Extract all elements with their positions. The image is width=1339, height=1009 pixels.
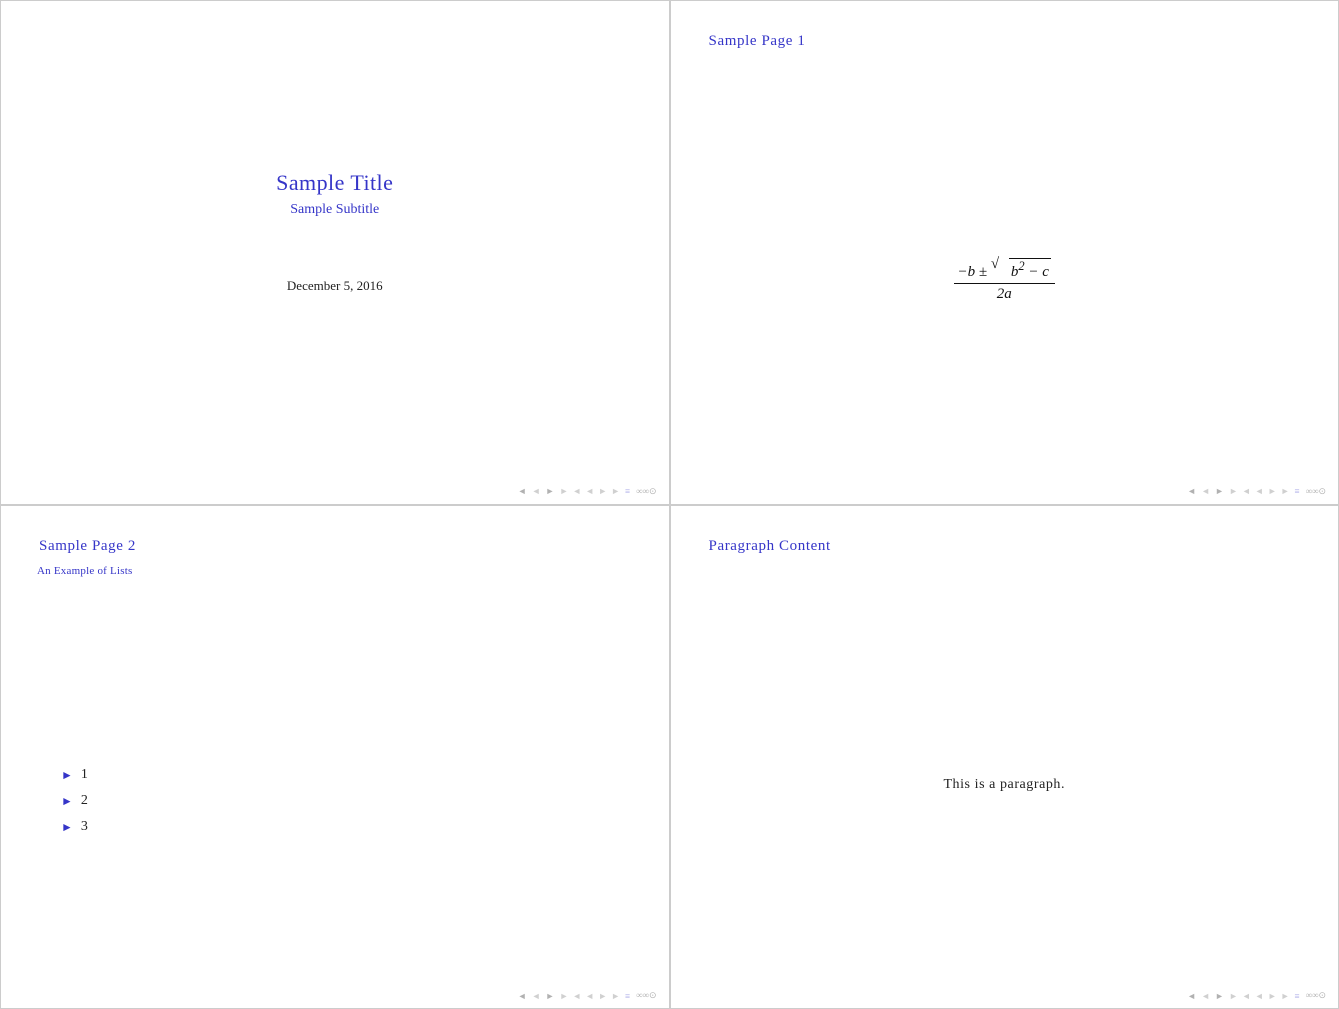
math-content: −b ± b2 − c 2a: [671, 58, 1339, 504]
bullet-arrow-1: ►: [61, 769, 73, 781]
nav-prev-4[interactable]: ◄: [1185, 990, 1198, 1002]
list-item: ► 3: [61, 819, 609, 835]
slide-page2: Sample Page 2 An Example of Lists ► 1 ► …: [0, 505, 670, 1009]
nav-bar-4: ◄ ◄ ► ► ◄ ◄ ► ► ≡ ∞∞⊙: [1185, 989, 1328, 1002]
list-item: ► 1: [61, 767, 609, 783]
subtitle: Sample Subtitle: [276, 202, 393, 218]
nav-zoom-2[interactable]: ∞∞⊙: [1304, 485, 1328, 498]
nav-menu-1[interactable]: ≡: [623, 485, 632, 497]
nav-menu-4[interactable]: ≡: [1293, 990, 1302, 1002]
nav-zoom-4[interactable]: ∞∞⊙: [1304, 989, 1328, 1002]
slide2-header: Sample Page 1: [671, 1, 1339, 58]
nav-zoom-1[interactable]: ∞∞⊙: [634, 485, 658, 498]
paragraph-text: This is a paragraph.: [943, 777, 1065, 793]
denominator: 2a: [993, 284, 1016, 303]
sqrt-symbol: b2 − c: [991, 258, 1051, 281]
nav-bar-1: ◄ ◄ ► ► ◄ ◄ ► ► ≡ ∞∞⊙: [516, 485, 659, 498]
slide4-header: Paragraph Content: [671, 506, 1339, 563]
slide2-title: Sample Page 1: [689, 15, 1321, 58]
list-item-label-3: 3: [81, 819, 88, 835]
nav-prev-2[interactable]: ◄: [1185, 485, 1198, 497]
nav-next-1a[interactable]: ►: [544, 485, 557, 497]
bullet-arrow-3: ►: [61, 821, 73, 833]
slide3-title: Sample Page 2: [19, 520, 651, 563]
slide3-header: Sample Page 2 An Example of Lists: [1, 506, 669, 585]
nav-next-3a[interactable]: ►: [544, 990, 557, 1002]
nav-zoom-3[interactable]: ∞∞⊙: [634, 989, 658, 1002]
fraction: −b ± b2 − c 2a: [954, 258, 1055, 303]
list-item-label-2: 2: [81, 793, 88, 809]
date-text: December 5, 2016: [276, 278, 393, 294]
nav-menu-3[interactable]: ≡: [623, 990, 632, 1002]
nav-prev-3[interactable]: ◄: [516, 990, 529, 1002]
slide-page1: Sample Page 1 −b ± b2 − c 2a ◄ ◄ ► ► ◄ ◄…: [670, 0, 1339, 505]
nav-prev-1[interactable]: ◄: [516, 485, 529, 497]
list-items: ► 1 ► 2 ► 3: [61, 767, 609, 845]
slide-title: Sample Title Sample Subtitle December 5,…: [0, 0, 670, 505]
slide-paragraph: Paragraph Content This is a paragraph. ◄…: [670, 505, 1339, 1009]
nav-menu-2[interactable]: ≡: [1293, 485, 1302, 497]
title-content: Sample Title Sample Subtitle December 5,…: [276, 170, 393, 294]
bullet-arrow-2: ►: [61, 795, 73, 807]
sqrt-content: b2 − c: [1009, 258, 1051, 281]
numerator: −b ± b2 − c: [954, 258, 1055, 284]
nav-bar-2: ◄ ◄ ► ► ◄ ◄ ► ► ≡ ∞∞⊙: [1185, 485, 1328, 498]
nav-bar-3: ◄ ◄ ► ► ◄ ◄ ► ► ≡ ∞∞⊙: [516, 989, 659, 1002]
slide4-title: Paragraph Content: [689, 520, 1321, 563]
main-title: Sample Title: [276, 170, 393, 196]
slide3-subtitle: An Example of Lists: [19, 563, 651, 585]
list-content: ► 1 ► 2 ► 3: [1, 585, 669, 1009]
nav-next-4a[interactable]: ►: [1213, 990, 1226, 1002]
list-item: ► 2: [61, 793, 609, 809]
paragraph-content: This is a paragraph.: [671, 563, 1339, 1009]
nav-next-2a[interactable]: ►: [1213, 485, 1226, 497]
list-item-label-1: 1: [81, 767, 88, 783]
quadratic-formula: −b ± b2 − c 2a: [954, 258, 1055, 303]
